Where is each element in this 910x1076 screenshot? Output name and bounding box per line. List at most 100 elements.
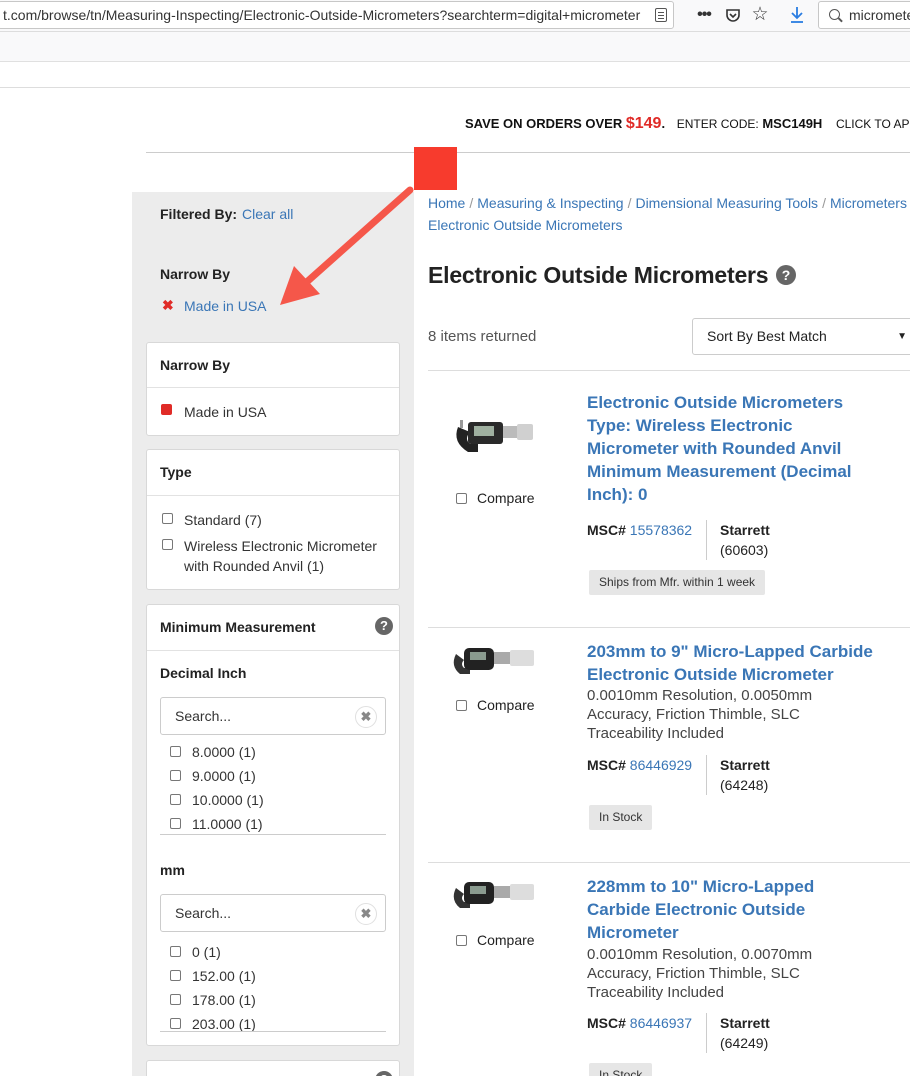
vertical-divider	[706, 520, 707, 560]
promo-period: .	[661, 116, 666, 131]
compare-checkbox[interactable]: Compare	[456, 697, 535, 713]
panel-divider	[147, 387, 399, 388]
decimal-inch-option[interactable]: 10.0000 (1)	[192, 790, 264, 810]
help-icon[interactable]: ?	[776, 265, 796, 285]
bookmark-star-icon[interactable]: ☆	[748, 3, 772, 27]
mm-option-checkbox[interactable]	[170, 994, 181, 1005]
decimal-inch-option[interactable]: 9.0000 (1)	[192, 766, 256, 786]
active-filter-made-in-usa[interactable]: Made in USA	[184, 298, 266, 314]
url-bar[interactable]: t.com/browse/tn/Measuring-Inspecting/Ele…	[0, 1, 674, 29]
product-description: 0.0010mm Resolution, 0.0070mm Accuracy, …	[587, 946, 813, 1001]
help-icon[interactable]: ?	[375, 617, 393, 635]
promo-click-to-apply[interactable]: CLICK TO APPLY	[836, 117, 910, 131]
compare-label: Compare	[477, 932, 535, 948]
micrometer-image[interactable]	[448, 402, 538, 462]
narrow-by-panel: Narrow By Made in USA	[146, 342, 400, 436]
decimal-inch-option-checkbox[interactable]	[170, 818, 181, 829]
pocket-icon[interactable]	[722, 3, 744, 27]
help-icon[interactable]: ?	[375, 1071, 393, 1076]
remove-filter-icon[interactable]: ✖	[162, 297, 174, 314]
mm-option-checkbox[interactable]	[170, 1018, 181, 1029]
product-title-link[interactable]: Electronic Outside Micrometers Type: Wir…	[587, 391, 882, 506]
chevron-down-icon: ▼	[897, 331, 907, 342]
mm-option[interactable]: 0 (1)	[192, 942, 221, 962]
panel-divider	[147, 495, 399, 496]
breadcrumb-current[interactable]: Electronic Outside Micrometers	[428, 217, 623, 233]
decimal-inch-option-checkbox[interactable]	[170, 770, 181, 781]
page-title: Electronic Outside Micrometers	[428, 262, 769, 288]
filtered-by-label: Filtered By:	[160, 206, 238, 222]
mm-option-checkbox[interactable]	[170, 946, 181, 957]
type-standard-label[interactable]: Standard (7)	[184, 510, 262, 530]
sort-select[interactable]: Sort By Best Match ▼	[692, 318, 910, 355]
search-placeholder: Search...	[175, 905, 232, 921]
minimum-measurement-panel: Minimum Measurement ? Decimal Inch Searc…	[146, 604, 400, 1046]
annotation-square	[414, 147, 457, 190]
compare-checkbox[interactable]: Compare	[456, 490, 535, 506]
msc-link[interactable]: 15578362	[630, 522, 692, 538]
type-wireless-label[interactable]: Wireless Electronic Micrometer with Roun…	[184, 536, 394, 576]
msc-link[interactable]: 86446937	[630, 1015, 692, 1031]
type-standard-checkbox[interactable]	[162, 513, 173, 524]
mm-option-checkbox[interactable]	[170, 970, 181, 981]
product-title-link[interactable]: 228mm to 10" Micro-Lapped Carbide Electr…	[587, 875, 847, 944]
narrow-by-item-made-in-usa[interactable]: Made in USA	[184, 402, 266, 422]
promo-banner[interactable]: SAVE ON ORDERS OVER $149. ENTER CODE: MS…	[465, 115, 910, 133]
breadcrumb-micrometers[interactable]: Micrometers	[830, 195, 907, 211]
breadcrumb-dimensional[interactable]: Dimensional Measuring Tools	[635, 195, 818, 211]
type-panel-title: Type	[160, 464, 192, 480]
status-badge: Ships from Mfr. within 1 week	[589, 570, 766, 595]
mm-search-input[interactable]: Search... ✖	[160, 894, 386, 932]
decimal-inch-option[interactable]: 8.0000 (1)	[192, 742, 256, 762]
narrow-by-heading: Narrow By	[160, 266, 231, 282]
micrometer-image[interactable]	[448, 870, 538, 930]
list-divider	[160, 834, 386, 835]
reader-view-icon[interactable]	[655, 8, 667, 22]
msc-number: MSC# 86446929	[587, 757, 693, 773]
browser-band-secondary	[0, 62, 910, 88]
annotation-arrow-icon	[280, 186, 414, 305]
compare-label: Compare	[477, 490, 535, 506]
more-icon[interactable]: •••	[690, 3, 718, 27]
search-placeholder: Search...	[175, 708, 232, 724]
micrometer-image[interactable]	[448, 636, 538, 696]
product-title-link[interactable]: 203mm to 9" Micro-Lapped Carbide Electro…	[587, 640, 882, 686]
browser-search-text: micrometer	[849, 7, 910, 23]
compare-label: Compare	[477, 697, 535, 713]
results-divider	[428, 627, 910, 628]
browser-search-field[interactable]: micrometer	[818, 1, 910, 29]
decimal-inch-label: Decimal Inch	[160, 665, 247, 681]
clear-search-icon[interactable]: ✖	[355, 706, 377, 728]
narrow-by-panel-title: Narrow By	[160, 357, 231, 373]
results-divider	[428, 862, 910, 863]
download-icon[interactable]	[786, 3, 808, 27]
breadcrumb-measuring[interactable]: Measuring & Inspecting	[477, 195, 623, 211]
promo-enter-code: ENTER CODE:	[676, 117, 759, 131]
brand-name: Starrett	[720, 1015, 770, 1031]
promo-save-text: SAVE ON ORDERS OVER	[465, 116, 623, 131]
browser-band	[0, 32, 910, 62]
msc-number: MSC# 86446937	[587, 1015, 693, 1031]
decimal-inch-option[interactable]: 11.0000 (1)	[192, 814, 263, 834]
brand-name: Starrett	[720, 757, 770, 773]
decimal-inch-search-input[interactable]: Search... ✖	[160, 697, 386, 735]
list-divider	[160, 1031, 386, 1032]
compare-checkbox[interactable]: Compare	[456, 932, 535, 948]
breadcrumb: Home / Measuring & Inspecting / Dimensional …	[428, 195, 907, 233]
brand-name: Starrett	[720, 522, 770, 538]
status-badge: In Stock	[589, 805, 653, 830]
mm-option[interactable]: 178.00 (1)	[192, 990, 256, 1010]
clear-search-icon[interactable]: ✖	[355, 903, 377, 925]
breadcrumb-home[interactable]: Home	[428, 195, 465, 211]
selected-filter-marker[interactable]	[161, 404, 172, 415]
decimal-inch-option-checkbox[interactable]	[170, 794, 181, 805]
promo-divider	[146, 152, 910, 153]
panel-divider	[147, 650, 399, 651]
mm-label: mm	[160, 862, 185, 878]
url-text: t.com/browse/tn/Measuring-Inspecting/Ele…	[3, 7, 641, 23]
model-number: (64248)	[720, 777, 769, 793]
decimal-inch-option-checkbox[interactable]	[170, 746, 181, 757]
msc-link[interactable]: 86446929	[630, 757, 692, 773]
type-wireless-checkbox[interactable]	[162, 539, 173, 550]
mm-option[interactable]: 152.00 (1)	[192, 966, 256, 986]
